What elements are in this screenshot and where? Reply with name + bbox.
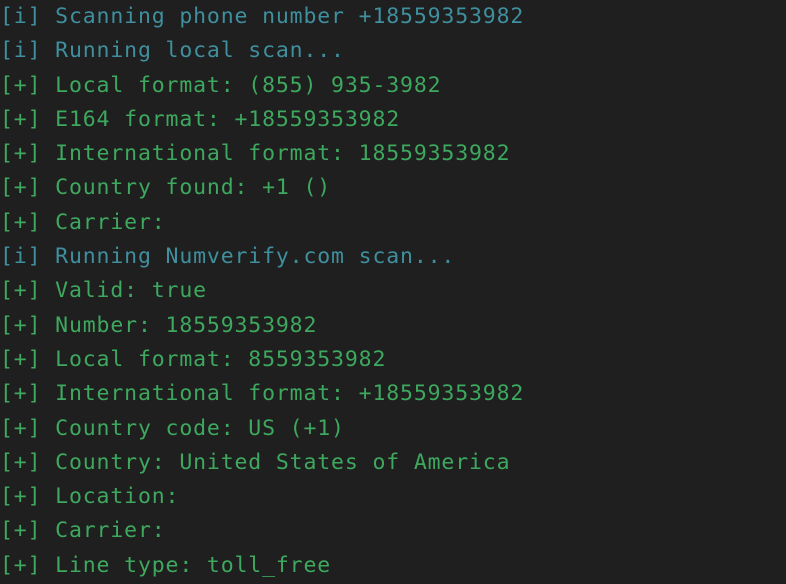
console-line: [+] Carrier:: [0, 518, 166, 544]
console-line: [+] Carrier:: [0, 209, 166, 235]
console-line: [+] International format: 18559353982: [0, 141, 511, 167]
console-line: [i] Running Numverify.com scan...: [0, 244, 456, 270]
console-line: [+] E164 format: +18559353982: [0, 106, 401, 132]
console-line: [+] Location:: [0, 484, 180, 510]
console-line: [+] Local format: (855) 935-3982: [0, 72, 442, 98]
console-line: [+] Country: United States of America: [0, 449, 511, 475]
terminal-window[interactable]: [i] Scanning phone number +18559353982 [i…: [0, 0, 786, 584]
console-line: [+] Local format: 8559353982: [0, 346, 387, 372]
console-line: [+] Country found: +1 (): [0, 175, 332, 201]
console-line: [+] Number: 18559353982: [0, 312, 318, 338]
console-line: [+] Line type: toll_free: [0, 552, 332, 578]
console-line: [+] Valid: true: [0, 278, 207, 304]
console-line: [+] International format: +18559353982: [0, 381, 525, 407]
console-output: [i] Scanning phone number +18559353982 [i…: [0, 0, 786, 584]
console-line: [i] Scanning phone number +18559353982: [0, 4, 525, 29]
console-line: [i] Running local scan...: [0, 38, 345, 64]
console-line: [+] Country code: US (+1): [0, 415, 345, 441]
